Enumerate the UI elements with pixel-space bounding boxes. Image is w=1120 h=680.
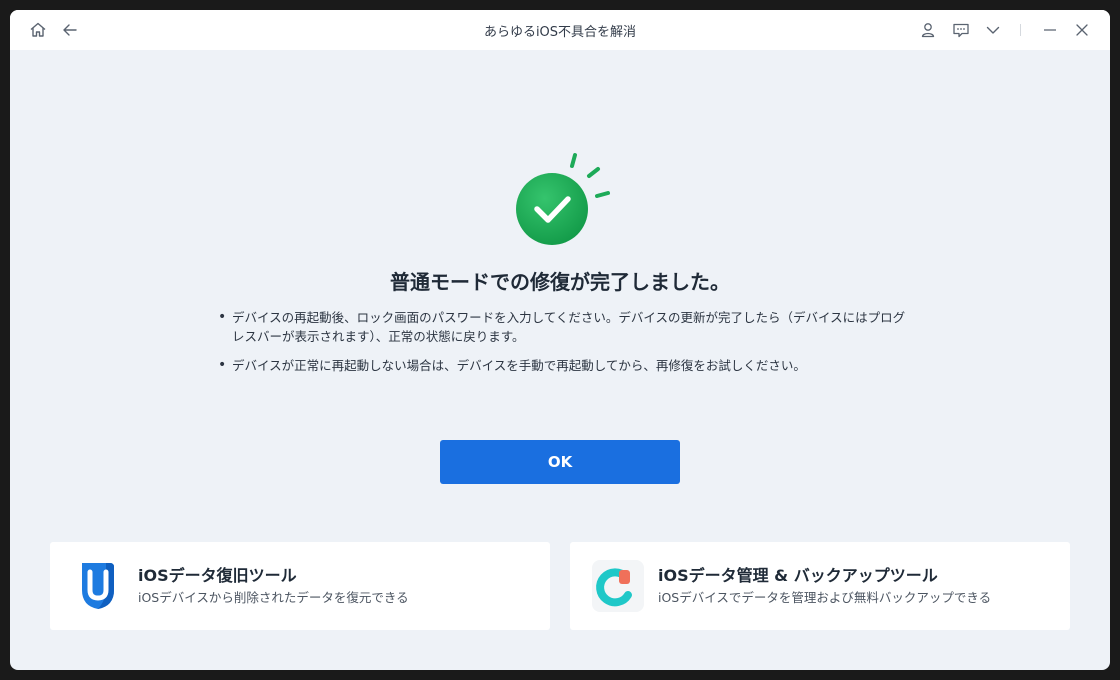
ultdata-app-icon bbox=[72, 560, 124, 612]
success-headline: 普通モードでの修復が完了しました。 bbox=[390, 270, 730, 294]
titlebar-divider bbox=[1020, 24, 1021, 36]
card-subtitle: iOSデバイスから削除されたデータを復元できる bbox=[138, 590, 409, 605]
card-subtitle: iOSデバイスでデータを管理および無料バックアップできる bbox=[658, 590, 992, 605]
window-title: あらゆるiOS不具合を解消 bbox=[483, 25, 637, 40]
note-text: デバイスの再起動後、ロック画面のパスワードを入力してください。デバイスの更新が完… bbox=[232, 310, 906, 344]
note-text: デバイスが正常に再起動しない場合は、デバイスを手動で再起動してから、再修復をお試… bbox=[232, 358, 806, 373]
bullet: • bbox=[218, 309, 227, 325]
chevron-down-icon[interactable] bbox=[983, 20, 1003, 40]
ok-button[interactable]: OK bbox=[440, 440, 680, 484]
user-icon[interactable] bbox=[918, 20, 938, 40]
icarefone-promo-card[interactable]: iOSデータ管理 & バックアップツール iOSデバイスでデータを管理および無料… bbox=[570, 542, 1070, 630]
card-title: iOSデータ管理 & バックアップツール bbox=[658, 566, 938, 585]
list-item: • デバイスが正常に再起動しない場合は、デバイスを手動で再起動してから、再修復を… bbox=[215, 356, 915, 375]
list-item: • デバイスの再起動後、ロック画面のパスワードを入力してください。デバイスの更新… bbox=[215, 308, 915, 346]
close-icon[interactable] bbox=[1072, 20, 1092, 40]
feedback-icon[interactable] bbox=[951, 20, 971, 40]
title-bar: あらゆるiOS不具合を解消 bbox=[10, 10, 1110, 50]
icarefone-app-icon bbox=[592, 560, 644, 612]
success-check-icon bbox=[505, 148, 620, 253]
app-window: あらゆるiOS不具合を解消 普通モードでの修復が完了しました。 • デバイスの再… bbox=[10, 10, 1110, 670]
ultdata-promo-card[interactable]: iOSデータ復旧ツール iOSデバイスから削除されたデータを復元できる bbox=[50, 542, 550, 630]
minimize-icon[interactable] bbox=[1040, 20, 1060, 40]
instruction-list: • デバイスの再起動後、ロック画面のパスワードを入力してください。デバイスの更新… bbox=[215, 308, 915, 385]
card-title: iOSデータ復旧ツール bbox=[138, 566, 297, 585]
bullet: • bbox=[218, 357, 227, 373]
